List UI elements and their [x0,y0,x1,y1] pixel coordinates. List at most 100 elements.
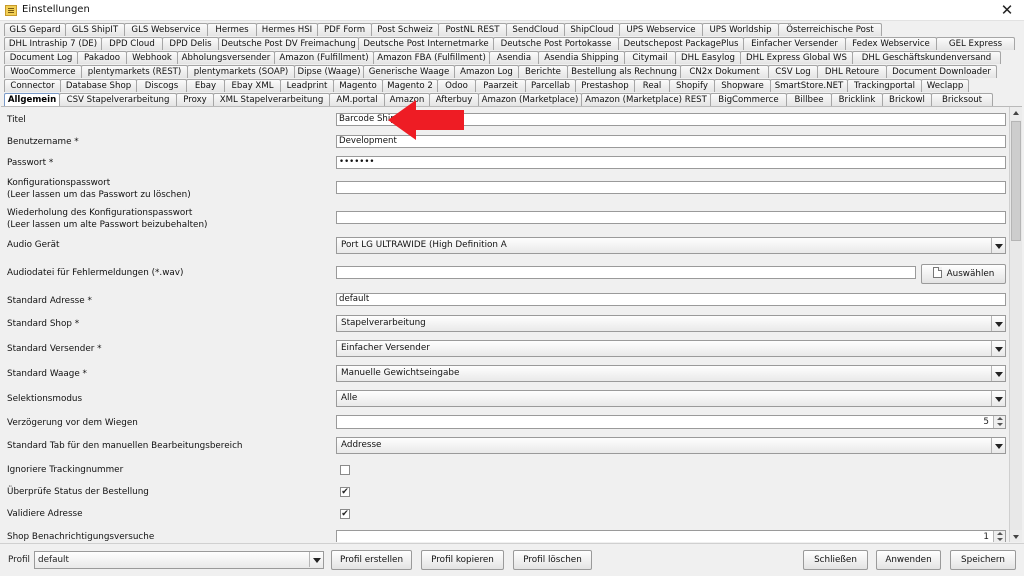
tab-post-schweiz[interactable]: Post Schweiz [371,23,439,36]
tab-ebay-xml[interactable]: Ebay XML [224,79,281,92]
passwort-input[interactable]: ••••••• [336,156,1006,169]
tab-amazon-marketplace-rest[interactable]: Amazon (Marketplace) REST [581,93,711,106]
tab-amazon-marketplace[interactable]: Amazon (Marketplace) [478,93,582,106]
close-icon[interactable]: ✕ [990,0,1024,20]
chevron-down-icon[interactable] [991,316,1005,331]
standard-adresse-input[interactable]: default [336,293,1006,306]
standard-versender-select[interactable]: Einfacher Versender [336,340,1006,357]
tab-dipse-waage[interactable]: Dipse (Waage) [294,65,364,78]
tab-bestellung-als-rechnung[interactable]: Bestellung als Rechnung [567,65,681,78]
tab-document-downloader[interactable]: Document Downloader [886,65,997,78]
tab-amazon[interactable]: Amazon [384,93,430,106]
scroll-up-icon[interactable] [1010,107,1022,120]
auswaehlen-button[interactable]: Auswählen [921,264,1006,284]
tab-am-portal[interactable]: AM.portal [329,93,385,106]
tab-smartstore-net[interactable]: SmartStore.NET [770,79,848,92]
konfig-passwort-repeat-input[interactable] [336,211,1006,224]
tab-ebay[interactable]: Ebay [186,79,225,92]
chevron-down-icon[interactable] [309,552,323,567]
chevron-down-icon[interactable] [991,341,1005,356]
tab-gls-gepard[interactable]: GLS Gepard [4,23,66,36]
tab-gls-shipit[interactable]: GLS ShipIT [65,23,125,36]
tab-generische-waage[interactable]: Generische Waage [363,65,455,78]
tab-database-shop[interactable]: Database Shop [60,79,137,92]
tab-dhl-intraship-7-de[interactable]: DHL Intraship 7 (DE) [4,37,102,50]
tab-paarzeit[interactable]: Paarzeit [475,79,526,92]
profil-loeschen-button[interactable]: Profil löschen [513,550,592,570]
tab-postnl-rest[interactable]: PostNL REST [438,23,507,36]
tab-document-log[interactable]: Document Log [4,51,78,64]
tab-afterbuy[interactable]: Afterbuy [429,93,479,106]
tab-shopware[interactable]: Shopware [714,79,771,92]
tab-dpd-cloud[interactable]: DPD Cloud [101,37,163,50]
tab-ups-worldship[interactable]: UPS Worldship [702,23,779,36]
tab-parcellab[interactable]: Parcellab [525,79,576,92]
tab-pakadoo[interactable]: Pakadoo [77,51,127,64]
tab-gls-webservice[interactable]: GLS Webservice [124,23,208,36]
tab-sendcloud[interactable]: SendCloud [506,23,565,36]
profil-erstellen-button[interactable]: Profil erstellen [331,550,412,570]
tab-ups-webservice[interactable]: UPS Webservice [619,23,703,36]
tab-trackingportal[interactable]: Trackingportal [847,79,922,92]
tab-allgemein[interactable]: Allgemein [4,93,60,106]
tab-gel-express[interactable]: GEL Express [936,37,1015,50]
standard-tab-select[interactable]: Addresse [336,437,1006,454]
vertical-scrollbar[interactable] [1009,107,1022,542]
tab-hermes-hsi[interactable]: Hermes HSI [256,23,318,36]
selektionsmodus-select[interactable]: Alle [336,390,1006,407]
profil-kopieren-button[interactable]: Profil kopieren [421,550,504,570]
tab-asendia-shipping[interactable]: Asendia Shipping [538,51,625,64]
tab-hermes[interactable]: Hermes [207,23,257,36]
titel-input[interactable]: Barcode Shipp [336,113,1006,126]
anwenden-button[interactable]: Anwenden [876,550,941,570]
tab-dhl-easylog[interactable]: DHL Easylog [675,51,741,64]
tab-proxy[interactable]: Proxy [176,93,214,106]
pruefe-status-checkbox[interactable]: ✔ [340,487,350,497]
tab-abholungsversender[interactable]: Abholungsversender [177,51,275,64]
tab-berichte[interactable]: Berichte [518,65,568,78]
tab-webhook[interactable]: Webhook [126,51,178,64]
tab-weclapp[interactable]: Weclapp [921,79,969,92]
standard-waage-select[interactable]: Manuelle Gewichtseingabe [336,365,1006,382]
tab-deutsche-post-dv-freimachung[interactable]: Deutsche Post DV Freimachung [218,37,359,50]
benutzername-input[interactable]: Development [336,135,1006,148]
chevron-down-icon[interactable] [991,238,1005,253]
spinner-arrows-icon[interactable] [993,416,1005,428]
tab-citymail[interactable]: Citymail [624,51,676,64]
validiere-adresse-checkbox[interactable]: ✔ [340,509,350,519]
audiodatei-input[interactable] [336,266,916,279]
tab-bigcommerce[interactable]: BigCommerce [710,93,787,106]
audio-geraet-select[interactable]: Port LG ULTRAWIDE (High Definition A [336,237,1006,254]
tab-shipcloud[interactable]: ShipCloud [564,23,620,36]
tab-connector[interactable]: Connector [4,79,61,92]
tab-amazon-log[interactable]: Amazon Log [454,65,519,78]
scrollbar-thumb[interactable] [1011,121,1021,241]
chevron-down-icon[interactable] [991,438,1005,453]
tab-woocommerce[interactable]: WooCommerce [4,65,82,78]
profil-select[interactable]: default [34,551,324,569]
tab-deutsche-post-portokasse[interactable]: Deutsche Post Portokasse [493,37,619,50]
verzoegerung-spinner[interactable]: 5 [336,415,1006,429]
tab-plentymarkets-rest[interactable]: plentymarkets (REST) [81,65,188,78]
spinner-arrows-icon[interactable] [993,531,1005,542]
chevron-down-icon[interactable] [991,366,1005,381]
tab-dpd-delis[interactable]: DPD Delis [162,37,219,50]
tab-plentymarkets-soap[interactable]: plentymarkets (SOAP) [187,65,295,78]
scroll-down-icon[interactable] [1010,530,1022,542]
tab-real[interactable]: Real [634,79,670,92]
tab-österreichische-post[interactable]: Österreichische Post [778,23,882,36]
tab-amazon-fba-fulfillment[interactable]: Amazon FBA (Fulfillment) [373,51,490,64]
tab-csv-stapelverarbeitung[interactable]: CSV Stapelverarbeitung [59,93,177,106]
tab-fedex-webservice[interactable]: Fedex Webservice [845,37,937,50]
standard-shop-select[interactable]: Stapelverarbeitung [336,315,1006,332]
tab-leadprint[interactable]: Leadprint [280,79,334,92]
tab-deutsche-post-internetmarke[interactable]: Deutsche Post Internetmarke [358,37,494,50]
tab-bricklink[interactable]: Bricklink [831,93,883,106]
tab-deutschepost-packageplus[interactable]: Deutschepost PackagePlus [618,37,744,50]
tab-magento[interactable]: Magento [333,79,383,92]
tab-bricksout[interactable]: Bricksout [931,93,993,106]
tab-shopify[interactable]: Shopify [669,79,715,92]
tab-einfacher-versender[interactable]: Einfacher Versender [743,37,846,50]
tab-cn2x-dokument[interactable]: CN2x Dokument [680,65,769,78]
tab-amazon-fulfillment[interactable]: Amazon (Fulfillment) [274,51,374,64]
